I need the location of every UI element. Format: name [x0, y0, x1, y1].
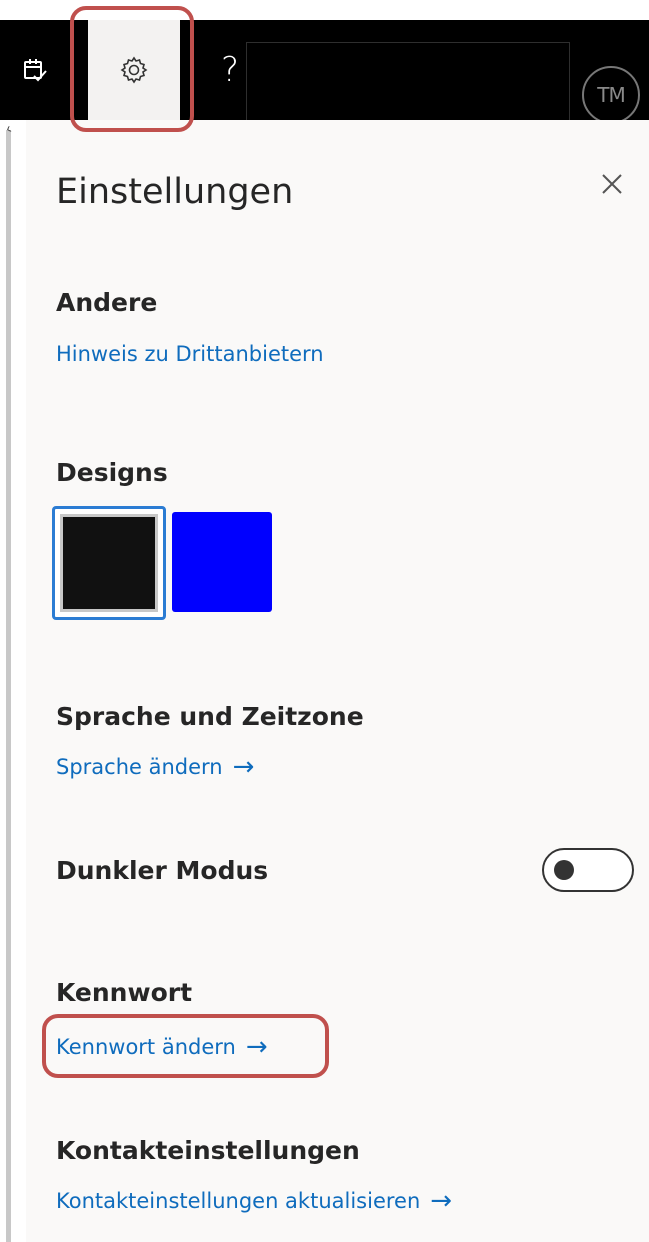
arrow-right-icon: → — [430, 1186, 453, 1216]
other-heading: Andere — [56, 288, 158, 317]
calendar-check-icon — [24, 59, 47, 82]
language-heading: Sprache und Zeitzone — [56, 702, 364, 731]
change-language-link[interactable]: Sprache ändern → — [56, 754, 254, 780]
top-bar: ? TM — [0, 20, 649, 126]
panel-title: Einstellungen — [56, 172, 294, 212]
update-contacts-link[interactable]: Kontakteinstellungen aktualisieren → — [56, 1188, 452, 1214]
change-password-label: Kennwort ändern — [56, 1035, 236, 1059]
settings-panel: Einstellungen Andere Hinweis zu Drittanb… — [26, 120, 649, 1242]
dark-mode-heading: Dunkler Modus — [56, 856, 269, 885]
avatar[interactable]: TM — [582, 66, 640, 124]
redacted-area — [246, 42, 570, 126]
scrollbar-track[interactable] — [6, 130, 11, 1242]
gear-icon — [120, 56, 148, 84]
close-button[interactable] — [594, 166, 630, 202]
update-contacts-label: Kontakteinstellungen aktualisieren — [56, 1189, 421, 1213]
my-day-button[interactable] — [10, 20, 60, 120]
designs-heading: Designs — [56, 458, 168, 487]
arrow-right-icon: → — [232, 752, 255, 782]
theme-swatch-blue[interactable] — [172, 512, 272, 612]
change-language-label: Sprache ändern — [56, 755, 223, 779]
theme-swatch-dark[interactable] — [52, 506, 166, 620]
third-party-notice-link[interactable]: Hinweis zu Drittanbietern — [56, 342, 324, 366]
toggle-knob — [554, 860, 574, 880]
password-heading: Kennwort — [56, 978, 193, 1007]
left-strip — [0, 120, 26, 1242]
theme-swatch-dark-fill — [60, 514, 158, 612]
arrow-right-icon: → — [245, 1032, 268, 1062]
settings-button[interactable] — [88, 20, 180, 120]
change-password-link[interactable]: Kennwort ändern → — [56, 1034, 268, 1060]
dark-mode-toggle[interactable] — [542, 848, 634, 892]
close-icon — [602, 174, 622, 194]
contacts-heading: Kontakteinstellungen — [56, 1136, 360, 1165]
third-party-notice-label: Hinweis zu Drittanbietern — [56, 342, 324, 366]
